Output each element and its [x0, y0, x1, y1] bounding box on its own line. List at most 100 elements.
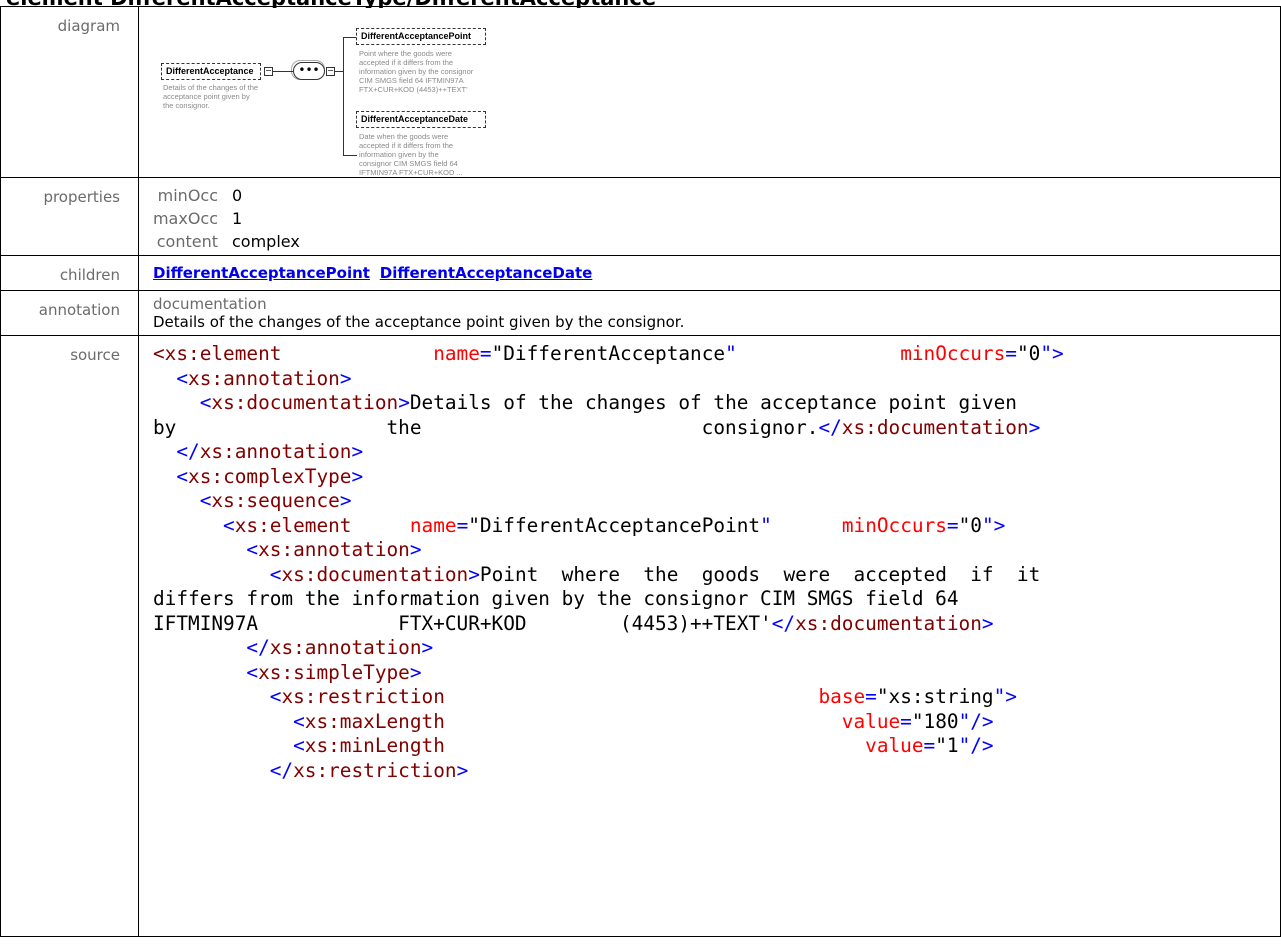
annotation-label: annotation	[0, 290, 139, 336]
source-token	[153, 685, 270, 708]
property-row: content complex	[139, 230, 1280, 253]
property-row: maxOcc 1	[139, 207, 1280, 230]
source-token	[153, 636, 246, 659]
source-token: <	[199, 489, 212, 512]
source-token: xs:sequence	[211, 489, 340, 512]
source-line: IFTMIN97A FTX+CUR+KOD (4453)++TEXT'</xs:…	[153, 612, 1270, 637]
source-token: value	[841, 709, 901, 733]
source-token: >	[339, 366, 352, 390]
source-token: =	[1005, 342, 1017, 365]
source-token: "xs:string	[876, 685, 994, 708]
source-token: </	[176, 440, 200, 463]
source-token: xs:element	[234, 513, 352, 537]
source-token: <	[269, 685, 282, 708]
source-token	[153, 367, 176, 390]
source-token: >	[398, 391, 410, 414]
source-line: <xs:sequence>	[153, 489, 1270, 514]
diagram-root-element[interactable]: DifferentAcceptance	[161, 63, 261, 80]
connector-line	[343, 155, 357, 156]
source-token: <	[246, 538, 259, 561]
source-token	[153, 734, 293, 757]
source-token: xs:minLength	[304, 734, 445, 757]
source-token: <	[269, 562, 282, 586]
source-token	[153, 489, 200, 512]
source-line: <xs:annotation>	[153, 367, 1270, 392]
property-value: complex	[232, 232, 300, 251]
source-token	[153, 391, 200, 414]
children-cell: DifferentAcceptancePoint DifferentAccept…	[138, 255, 1281, 291]
source-token: <	[293, 709, 305, 733]
collapse-icon[interactable]: −	[264, 67, 273, 76]
property-value: 1	[232, 209, 243, 228]
source-line: <xs:documentation>Details of the changes…	[153, 391, 1270, 416]
source-token: <	[293, 734, 305, 757]
child-link-date[interactable]: DifferentAcceptanceDate	[380, 264, 593, 282]
source-code: <xs:element name="DifferentAcceptance" m…	[153, 336, 1280, 783]
source-line: </xs:annotation>	[153, 636, 1270, 661]
source-token	[445, 710, 842, 733]
property-key: minOcc	[157, 186, 218, 205]
source-token: </	[269, 758, 294, 782]
child-link-point[interactable]: DifferentAcceptancePoint	[153, 264, 370, 282]
source-token: >	[409, 660, 422, 684]
source-token: ">	[981, 513, 1006, 537]
source-token: <	[176, 366, 189, 390]
diagram-child-date-desc: Date when the goods were accepted if it …	[359, 132, 463, 177]
source-token	[445, 685, 819, 708]
source-token: xs:restriction	[281, 685, 445, 708]
source-token: "0	[1016, 342, 1041, 365]
source-token: differs from the information given by th…	[153, 587, 959, 610]
source-token: "1	[935, 734, 959, 757]
diagram-row: diagram DifferentAcceptance − Details of…	[0, 6, 1281, 178]
source-token	[772, 514, 842, 537]
source-token: =	[456, 513, 469, 537]
source-token: "0	[958, 513, 982, 537]
source-token: "180	[911, 709, 959, 733]
collapse-icon[interactable]: −	[326, 67, 335, 76]
source-token: "	[725, 342, 737, 365]
source-line: <xs:annotation>	[153, 538, 1270, 563]
source-token: "/>	[958, 709, 994, 733]
source-token	[445, 734, 865, 757]
source-token: <	[199, 391, 212, 414]
source-token: =	[923, 734, 936, 757]
source-token	[153, 538, 246, 561]
source-line: <xs:documentation>Point where the goods …	[153, 563, 1270, 588]
source-token: Details of the changes of the acceptance…	[409, 391, 1017, 414]
source-token: >	[409, 538, 422, 561]
source-token	[737, 342, 900, 365]
source-token: Point where the goods were accepted if i…	[479, 562, 1041, 586]
source-line: by the consignor.</xs:documentation>	[153, 416, 1270, 441]
diagram-child-point[interactable]: DifferentAcceptancePoint	[356, 28, 486, 45]
source-token: >	[456, 758, 469, 782]
source-token: =	[865, 685, 877, 708]
source-token: =	[946, 513, 959, 537]
source-token: >	[351, 464, 364, 488]
diagram-child-point-desc: Point where the goods were accepted if i…	[359, 49, 474, 94]
source-token: ">	[993, 685, 1017, 708]
source-token	[153, 465, 176, 488]
diagram-cell: DifferentAcceptance − Details of the cha…	[138, 6, 1281, 178]
properties-list: minOcc 0 maxOcc 1 content complex	[139, 178, 1280, 255]
diagram-child-date[interactable]: DifferentAcceptanceDate	[356, 111, 486, 128]
source-token: >	[1028, 415, 1041, 439]
source-token: minOccurs	[900, 342, 1006, 365]
source-token: name	[409, 513, 457, 537]
children-links: DifferentAcceptancePoint DifferentAccept…	[153, 256, 1280, 290]
children-label: children	[0, 255, 139, 291]
source-line: <xs:complexType>	[153, 465, 1270, 490]
annotation-cell: documentation Details of the changes of …	[138, 290, 1281, 336]
source-token: >	[351, 440, 364, 463]
element-doc-table: diagram DifferentAcceptance − Details of…	[0, 6, 1281, 937]
source-token: xs:documentation	[281, 562, 469, 586]
source-token: value	[865, 734, 924, 757]
source-token: >	[981, 611, 994, 635]
property-key: maxOcc	[152, 209, 218, 228]
property-key: content	[156, 232, 218, 251]
source-token: IFTMIN97A FTX+CUR+KOD (4453)++TEXT'	[153, 611, 772, 635]
connector-line	[343, 37, 357, 38]
source-token: by the consignor.	[153, 415, 819, 439]
source-token: <	[246, 660, 259, 684]
diagram-label: diagram	[0, 6, 139, 178]
source-token: xs:annotation	[258, 538, 410, 561]
